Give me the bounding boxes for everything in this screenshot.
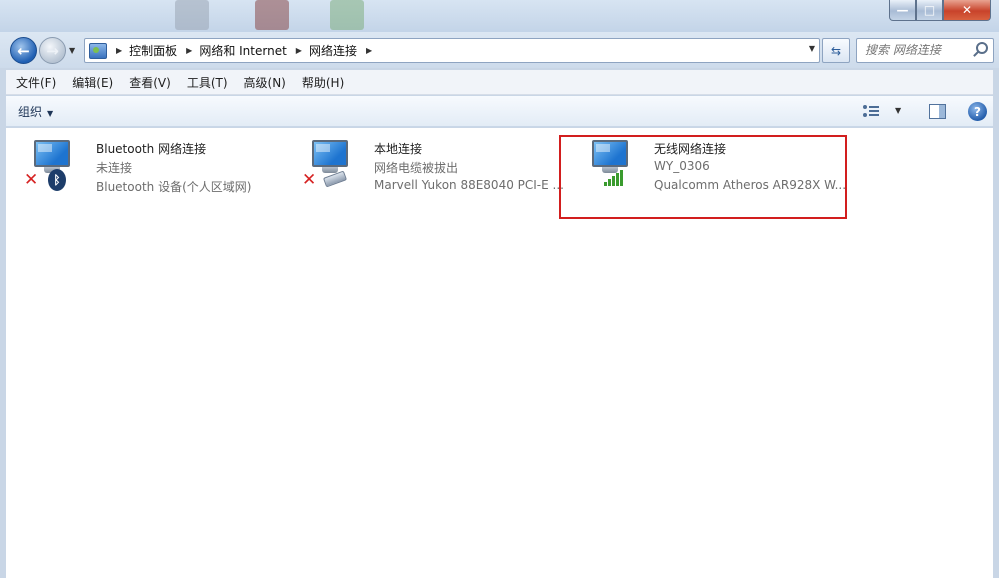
menu-file[interactable]: 文件(F) bbox=[6, 74, 64, 91]
chevron-down-icon: ▼ bbox=[47, 109, 54, 118]
forward-button[interactable]: → bbox=[39, 37, 66, 64]
breadcrumb-chevron-icon[interactable]: ▶ bbox=[116, 46, 122, 55]
breadcrumb-chevron-icon[interactable]: ▶ bbox=[366, 46, 372, 55]
connection-name: 本地连接 bbox=[374, 142, 423, 156]
bluetooth-icon: ᛒ bbox=[48, 169, 66, 191]
connection-item-bluetooth[interactable]: ✕ ᛒ Bluetooth 网络连接 未连接 Bluetooth 设备(个人区域… bbox=[18, 136, 288, 198]
menu-help[interactable]: 帮助(H) bbox=[294, 74, 352, 91]
minimize-button[interactable]: — bbox=[889, 0, 916, 21]
control-panel-icon bbox=[89, 42, 107, 59]
title-bar: — □ ✕ bbox=[0, 0, 999, 32]
close-button[interactable]: ✕ bbox=[943, 0, 991, 21]
connection-item-local[interactable]: ✕ 本地连接 网络电缆被拔出 Marvell Yukon 88E8040 PCI… bbox=[296, 136, 566, 198]
connection-name: Bluetooth 网络连接 bbox=[96, 142, 207, 156]
connection-status: 未连接 bbox=[96, 161, 133, 175]
background-window-thumbnail bbox=[255, 0, 289, 30]
organize-label: 组织 bbox=[18, 105, 43, 119]
selection-highlight-box bbox=[559, 135, 847, 219]
preview-pane-icon[interactable] bbox=[929, 104, 946, 119]
breadcrumb-network-connections[interactable]: 网络连接 bbox=[309, 42, 357, 59]
connection-device: Bluetooth 设备(个人区域网) bbox=[96, 180, 252, 194]
refresh-button[interactable]: ⇆ bbox=[822, 38, 850, 63]
navigation-bar: ← → ▼ ▶ 控制面板 ▶ 网络和 Internet ▶ 网络连接 ▶ ▼ ⇆ bbox=[0, 32, 999, 68]
address-history-dropdown[interactable]: ▼ bbox=[809, 44, 815, 53]
refresh-icon: ⇆ bbox=[830, 43, 842, 58]
search-icon[interactable] bbox=[976, 42, 988, 54]
breadcrumb-network-internet[interactable]: 网络和 Internet bbox=[199, 42, 286, 59]
breadcrumb-chevron-icon[interactable]: ▶ bbox=[296, 46, 302, 55]
organize-button[interactable]: 组织 ▼ bbox=[18, 103, 53, 120]
background-window-thumbnail bbox=[175, 0, 209, 30]
connection-status: 网络电缆被拔出 bbox=[374, 161, 459, 175]
menu-bar: 文件(F) 编辑(E) 查看(V) 工具(T) 高级(N) 帮助(H) bbox=[6, 70, 993, 95]
connection-device: Marvell Yukon 88E8040 PCI-E ... bbox=[374, 178, 564, 192]
breadcrumb-control-panel[interactable]: 控制面板 bbox=[129, 42, 177, 59]
disconnected-icon: ✕ bbox=[24, 170, 39, 190]
back-button[interactable]: ← bbox=[10, 37, 37, 64]
address-bar[interactable]: ▶ 控制面板 ▶ 网络和 Internet ▶ 网络连接 ▶ ▼ bbox=[84, 38, 820, 63]
menu-edit[interactable]: 编辑(E) bbox=[64, 74, 121, 91]
background-window-thumbnail bbox=[330, 0, 364, 30]
disconnected-icon: ✕ bbox=[302, 170, 317, 190]
change-view-icon[interactable] bbox=[863, 104, 879, 118]
search-box[interactable] bbox=[856, 38, 994, 63]
maximize-button[interactable]: □ bbox=[916, 0, 943, 21]
help-icon[interactable]: ? bbox=[968, 102, 987, 121]
search-input[interactable] bbox=[865, 39, 975, 61]
view-options-dropdown[interactable]: ▼ bbox=[895, 106, 901, 115]
menu-tools[interactable]: 工具(T) bbox=[179, 74, 236, 91]
window-controls: — □ ✕ bbox=[889, 0, 991, 21]
recent-pages-dropdown[interactable]: ▼ bbox=[69, 46, 75, 55]
command-bar: 组织 ▼ ▼ ? bbox=[6, 96, 993, 127]
connections-list: ✕ ᛒ Bluetooth 网络连接 未连接 Bluetooth 设备(个人区域… bbox=[6, 128, 993, 578]
breadcrumb-chevron-icon[interactable]: ▶ bbox=[186, 46, 192, 55]
menu-advanced[interactable]: 高级(N) bbox=[236, 74, 294, 91]
menu-view[interactable]: 查看(V) bbox=[121, 74, 179, 91]
